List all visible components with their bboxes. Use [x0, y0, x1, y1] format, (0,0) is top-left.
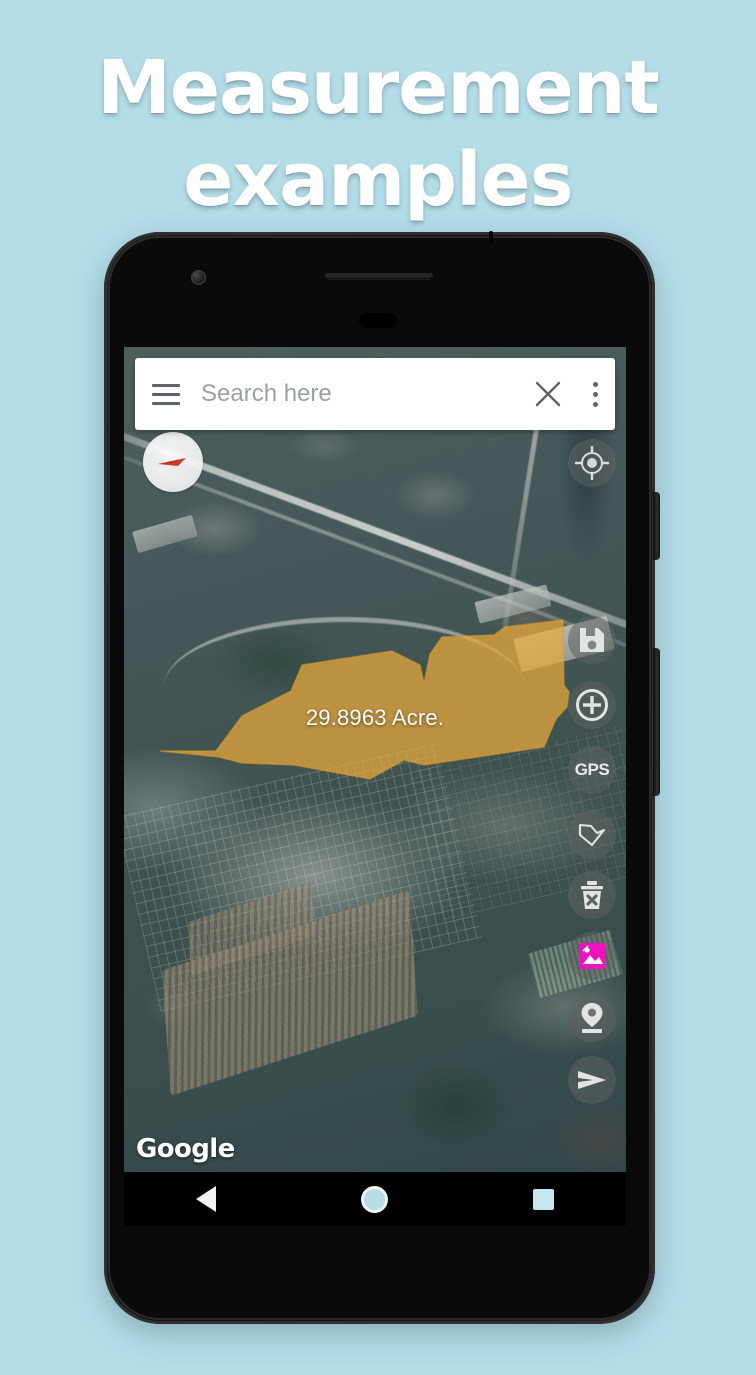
proximity-sensor-icon — [359, 313, 397, 328]
map-curved-road — [164, 617, 524, 687]
phone-antenna-nub — [489, 231, 493, 244]
delete-button[interactable] — [568, 871, 616, 919]
earpiece-speaker-icon — [325, 273, 433, 278]
promo-screenshot-page: Measurement examples 29.8963 Acre. Searc… — [0, 0, 756, 1375]
map-layers-button[interactable] — [568, 932, 616, 980]
crosshair-target-icon — [575, 446, 609, 480]
gps-text-icon: GPS — [574, 760, 610, 779]
my-location-button[interactable] — [568, 439, 616, 487]
hamburger-menu-icon[interactable] — [135, 383, 197, 405]
add-point-button[interactable] — [568, 681, 616, 729]
overflow-dot — [592, 381, 598, 387]
power-button[interactable] — [653, 492, 660, 560]
map-building-c — [132, 514, 198, 554]
place-marker-button[interactable] — [568, 994, 616, 1042]
page-title: Measurement examples — [0, 42, 756, 226]
front-camera-icon — [191, 270, 206, 285]
compass-needle-glyph — [158, 458, 186, 466]
more-vertical-icon[interactable] — [575, 358, 615, 430]
square-recents-icon[interactable] — [532, 1188, 554, 1210]
android-navigation-bar — [124, 1172, 626, 1226]
phone-screen: 29.8963 Acre. Search here GPS Google — [124, 347, 626, 1172]
triangle-back-icon[interactable] — [196, 1186, 217, 1212]
save-button[interactable] — [568, 616, 616, 664]
hamburger-line — [152, 401, 180, 405]
close-x-icon[interactable] — [521, 358, 575, 430]
hamburger-line — [152, 383, 180, 387]
floppy-disk-save-icon — [580, 628, 604, 652]
circle-home-icon[interactable] — [360, 1185, 388, 1213]
circle-plus-icon — [576, 689, 608, 721]
gps-button[interactable]: GPS — [568, 746, 616, 794]
close-x-glyph — [535, 381, 561, 407]
page-title-line-1: Measurement — [97, 45, 660, 131]
location-pin-icon — [581, 1003, 603, 1033]
compass-needle-icon[interactable] — [143, 432, 203, 492]
map-highway — [124, 407, 626, 645]
volume-rocker-button[interactable] — [653, 648, 660, 796]
google-watermark: Google — [136, 1134, 235, 1164]
page-title-line-2: examples — [183, 137, 574, 223]
area-measurement-label: 29.8963 Acre. — [305, 705, 445, 730]
trash-x-icon — [581, 881, 603, 909]
hamburger-line — [152, 392, 180, 396]
send-arrow-icon — [578, 1071, 606, 1089]
overflow-dot — [592, 391, 598, 397]
image-photo-icon — [579, 943, 605, 969]
send-share-button[interactable] — [568, 1056, 616, 1104]
search-bar[interactable] — [135, 358, 615, 430]
search-input[interactable] — [197, 380, 521, 408]
overflow-dot — [592, 401, 598, 407]
polygon-outline-icon — [578, 823, 606, 847]
polygon-tool-button[interactable] — [568, 811, 616, 859]
